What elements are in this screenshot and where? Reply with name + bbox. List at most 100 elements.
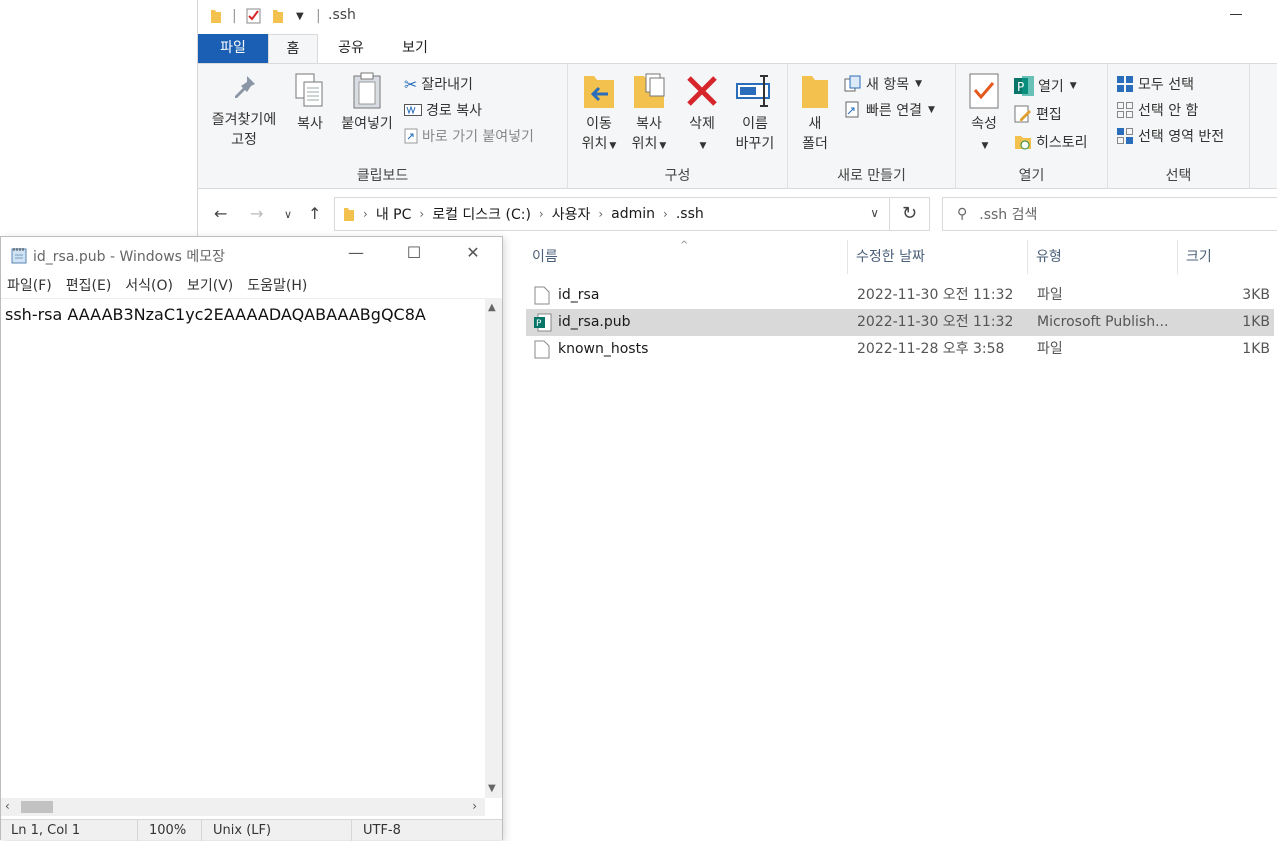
column-size[interactable]: 크기 xyxy=(1178,240,1277,274)
customize-quick-access-icon[interactable]: ▼ xyxy=(296,6,304,26)
properties-icon xyxy=(969,73,999,109)
address-bar[interactable]: › 내 PC › 로컬 디스크 (C:) › 사용자 › admin › .ss… xyxy=(334,197,890,231)
scroll-down-arrow-icon[interactable]: ▼ xyxy=(488,783,496,794)
breadcrumb-item[interactable]: admin xyxy=(611,206,655,222)
up-arrow-icon[interactable]: ↑ xyxy=(308,204,321,223)
column-name[interactable]: 이름 xyxy=(524,240,848,274)
open-group-label: 열기 xyxy=(1018,168,1045,184)
file-row[interactable]: id_rsa 2022-11-30 오전 11:32 파일 3KB xyxy=(526,282,1274,309)
horizontal-scrollbar[interactable]: ‹ › xyxy=(1,798,485,816)
select-group: 모두 선택 선택 안 함 선택 영역 반전 선택 xyxy=(1108,64,1250,189)
open-caret: ▼ xyxy=(1069,81,1077,91)
new-item-icon xyxy=(844,75,861,92)
refresh-icon[interactable]: ↻ xyxy=(890,197,930,231)
copy-to-button[interactable]: 복사 위치 ▼ xyxy=(624,72,674,156)
maximize-button[interactable]: ☐ xyxy=(399,243,429,267)
delete-button[interactable]: 삭제 ▼ xyxy=(680,72,724,156)
minimize-button[interactable]: — xyxy=(341,243,371,267)
copy-path-button[interactable]: 경로 복사 xyxy=(404,100,482,120)
invert-selection-button[interactable]: 선택 영역 반전 xyxy=(1116,126,1224,146)
menu-file[interactable]: 파일(F) xyxy=(7,274,52,298)
copy-button[interactable]: 복사 xyxy=(288,72,332,134)
menu-format[interactable]: 서식(O) xyxy=(125,274,173,298)
new-item-caret: ▼ xyxy=(915,79,923,89)
edit-button[interactable]: 편집 xyxy=(1014,104,1062,124)
organize-group: 이동 위치 ▼ 복사 위치 ▼ 삭제 ▼ 이름 바꾸기 구성 xyxy=(568,64,788,189)
new-group: 새 폴더 새 항목 ▼ 빠른 연결 ▼ 새로 만들기 xyxy=(788,64,956,189)
paste-button[interactable]: 붙여넣기 xyxy=(336,72,398,134)
forward-arrow-icon[interactable]: → xyxy=(250,204,263,223)
notepad-content[interactable]: ssh-rsa AAAAB3NzaC1yc2EAAAADAQABAAABgQC8… xyxy=(5,305,426,324)
breadcrumb-chevron-icon[interactable]: › xyxy=(419,207,424,221)
new-folder-quick-icon[interactable] xyxy=(272,6,284,26)
properties-quick-icon[interactable] xyxy=(246,6,262,26)
new-item-button[interactable]: 새 항목 ▼ xyxy=(844,74,922,94)
move-to-label: 이동 xyxy=(586,116,612,132)
tab-share[interactable]: 공유 xyxy=(326,34,376,63)
breadcrumb-chevron-icon[interactable]: › xyxy=(363,207,368,221)
file-icon xyxy=(534,340,550,359)
select-all-button[interactable]: 모두 선택 xyxy=(1116,74,1194,94)
tab-file[interactable]: 파일 xyxy=(198,34,268,63)
copy-path-label: 경로 복사 xyxy=(426,103,482,119)
rename-button[interactable]: 이름 바꾸기 xyxy=(728,72,782,154)
scroll-left-arrow-icon[interactable]: ‹ xyxy=(5,799,10,813)
minimize-button[interactable] xyxy=(1230,6,1244,20)
horizontal-scroll-thumb[interactable] xyxy=(21,801,53,813)
vertical-scrollbar[interactable]: ▲ ▼ xyxy=(485,298,502,798)
cut-button[interactable]: ✂ 잘라내기 xyxy=(404,74,473,94)
status-line-ending: Unix (LF) xyxy=(213,823,272,838)
file-date: 2022-11-30 오전 11:32 xyxy=(857,314,1014,330)
paste-shortcut-label: 바로 가기 붙여넣기 xyxy=(422,129,534,145)
breadcrumb-item[interactable]: .ssh xyxy=(676,206,704,222)
scroll-right-arrow-icon[interactable]: › xyxy=(472,799,477,813)
select-none-button[interactable]: 선택 안 함 xyxy=(1116,100,1198,120)
pin-to-quick-access-button[interactable]: 즐겨찾기에 고정 xyxy=(206,72,282,150)
breadcrumb-item[interactable]: 내 PC xyxy=(376,204,412,224)
recent-locations-chevron-icon[interactable]: ∨ xyxy=(284,208,292,221)
new-folder-button[interactable]: 새 폴더 xyxy=(794,72,836,154)
clipboard-group-label: 클립보드 xyxy=(356,168,409,184)
breadcrumb-chevron-icon[interactable]: › xyxy=(598,207,603,221)
address-dropdown-chevron-icon[interactable]: ∨ xyxy=(870,206,879,220)
menu-help[interactable]: 도움말(H) xyxy=(247,274,307,298)
notepad-menu-bar: 파일(F) 편집(E) 서식(O) 보기(V) 도움말(H) xyxy=(1,274,502,298)
properties-button[interactable]: 속성 ▼ xyxy=(964,72,1004,156)
column-date-modified[interactable]: 수정한 날짜 xyxy=(848,240,1028,274)
file-row[interactable]: known_hosts 2022-11-28 오후 3:58 파일 1KB xyxy=(526,336,1274,363)
select-all-label: 모두 선택 xyxy=(1138,77,1194,93)
new-folder-label-2: 폴더 xyxy=(802,136,828,152)
search-box[interactable]: ⚲ .ssh 검색 xyxy=(942,197,1277,231)
close-button[interactable]: ✕ xyxy=(458,243,488,267)
menu-view[interactable]: 보기(V) xyxy=(187,274,233,298)
easy-access-caret: ▼ xyxy=(927,105,935,115)
file-name: id_rsa xyxy=(558,287,600,303)
breadcrumb-chevron-icon[interactable]: › xyxy=(539,207,544,221)
notepad-text-area[interactable]: ssh-rsa AAAAB3NzaC1yc2EAAAADAQABAAABgQC8… xyxy=(1,298,485,798)
easy-access-button[interactable]: 빠른 연결 ▼ xyxy=(844,100,935,120)
copy-label: 복사 xyxy=(297,116,323,132)
delete-caret[interactable]: ▼ xyxy=(700,141,707,151)
properties-caret[interactable]: ▼ xyxy=(982,141,989,151)
file-type: 파일 xyxy=(1037,341,1063,357)
notepad-icon xyxy=(11,248,27,264)
file-type: Microsoft Publish... xyxy=(1037,314,1169,330)
tab-home[interactable]: 홈 xyxy=(268,34,318,64)
open-button[interactable]: P 열기 ▼ xyxy=(1014,76,1077,96)
menu-edit[interactable]: 편집(E) xyxy=(66,274,112,298)
svg-text:P: P xyxy=(536,319,542,329)
scroll-up-arrow-icon[interactable]: ▲ xyxy=(488,302,496,313)
breadcrumb-chevron-icon[interactable]: › xyxy=(663,207,668,221)
move-to-button[interactable]: 이동 위치 ▼ xyxy=(574,72,624,156)
new-folder-label: 새 xyxy=(808,116,822,132)
file-row-selected[interactable]: P id_rsa.pub 2022-11-30 오전 11:32 Microso… xyxy=(526,309,1274,336)
breadcrumb-item[interactable]: 사용자 xyxy=(552,204,591,224)
file-date: 2022-11-30 오전 11:32 xyxy=(857,287,1014,303)
history-button[interactable]: 히스토리 xyxy=(1014,132,1088,152)
easy-access-label: 빠른 연결 xyxy=(866,103,922,119)
paste-shortcut-button[interactable]: 바로 가기 붙여넣기 xyxy=(404,126,534,146)
back-arrow-icon[interactable]: ← xyxy=(214,204,227,223)
tab-view[interactable]: 보기 xyxy=(390,34,440,63)
breadcrumb-item[interactable]: 로컬 디스크 (C:) xyxy=(432,204,531,224)
column-type[interactable]: 유형 xyxy=(1028,240,1178,274)
